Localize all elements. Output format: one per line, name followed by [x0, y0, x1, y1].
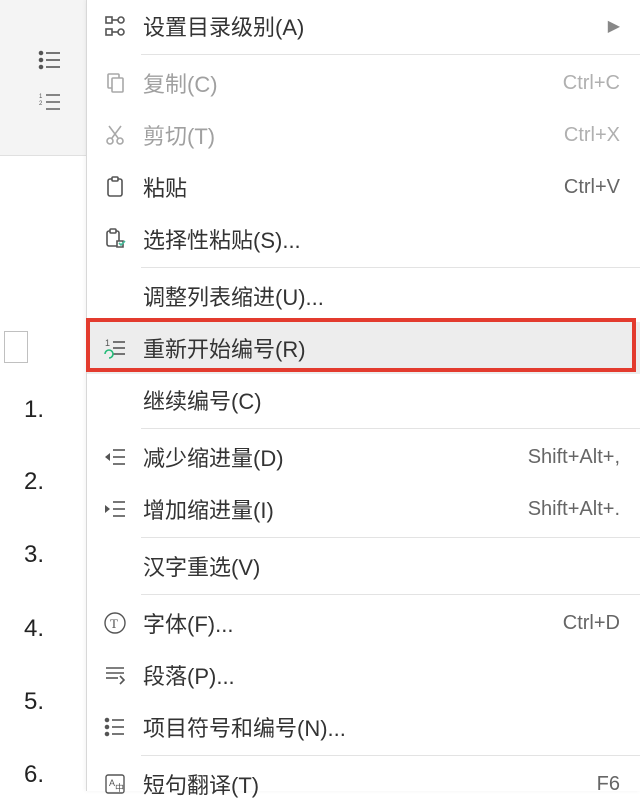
menu-increase-indent[interactable]: 增加缩进量(I) Shift+Alt+.: [87, 483, 640, 535]
svg-text:1: 1: [39, 94, 43, 100]
menu-decrease-indent[interactable]: 减少缩进量(D) Shift+Alt+,: [87, 431, 640, 483]
font-icon: T: [101, 609, 129, 637]
menu-shortcut: Shift+Alt+,: [528, 446, 620, 469]
menu-phrase-translate[interactable]: A中 短句翻译(T) F6: [87, 758, 640, 810]
paragraph-icon: [101, 661, 129, 689]
list-number: 6.: [24, 761, 44, 789]
menu-label: 汉字重选(V): [143, 550, 620, 582]
menu-chinese-reselect[interactable]: 汉字重选(V): [87, 540, 640, 592]
toc-level-icon: [101, 12, 129, 40]
menu-label: 调整列表缩进(U)...: [143, 280, 620, 312]
menu-paste[interactable]: 粘贴 Ctrl+V: [87, 161, 640, 213]
toolbar-list-icon[interactable]: [38, 50, 64, 75]
menu-font[interactable]: T 字体(F)... Ctrl+D: [87, 597, 640, 649]
menu-shortcut: Ctrl+X: [564, 124, 620, 147]
menu-label: 增加缩进量(I): [143, 493, 528, 525]
menu-label: 选择性粘贴(S)...: [143, 223, 620, 255]
bullets-numbering-icon: [101, 713, 129, 741]
menu-continue-numbering[interactable]: 继续编号(C): [87, 374, 640, 426]
menu-shortcut: Shift+Alt+.: [528, 498, 620, 521]
list-number: 1.: [24, 396, 44, 424]
list-number: 2.: [24, 468, 44, 496]
menu-shortcut: Ctrl+C: [563, 72, 620, 95]
menu-label: 粘贴: [143, 171, 564, 203]
insertion-marker: [4, 331, 28, 363]
svg-text:中: 中: [115, 782, 124, 793]
blank-icon: [101, 282, 129, 310]
toolbar-numbered-list-icon[interactable]: 12: [38, 92, 64, 117]
translate-icon: A中: [101, 770, 129, 798]
menu-restart-numbering[interactable]: 1 重新开始编号(R): [87, 322, 640, 374]
menu-label: 复制(C): [143, 67, 563, 99]
menu-bullets-numbering[interactable]: 项目符号和编号(N)...: [87, 701, 640, 753]
document-area: 1. 2. 3. 4. 5. 6.: [0, 156, 86, 791]
blank-icon: [101, 552, 129, 580]
menu-label: 项目符号和编号(N)...: [143, 711, 620, 743]
cut-icon: [101, 121, 129, 149]
list-number: 4.: [24, 615, 44, 643]
toolbar-fragment: 12: [0, 0, 86, 156]
menu-label: 短句翻译(T): [143, 768, 597, 800]
menu-paste-special[interactable]: 选择性粘贴(S)...: [87, 213, 640, 265]
list-number: 3.: [24, 541, 44, 569]
menu-label: 剪切(T): [143, 119, 564, 151]
menu-separator: [141, 428, 640, 429]
menu-label: 减少缩进量(D): [143, 441, 528, 473]
menu-separator: [141, 755, 640, 756]
copy-icon: [101, 69, 129, 97]
menu-label: 设置目录级别(A): [143, 10, 608, 42]
submenu-chevron-icon: ▶: [608, 16, 620, 36]
menu-cut[interactable]: 剪切(T) Ctrl+X: [87, 109, 640, 161]
restart-numbering-icon: 1: [101, 334, 129, 362]
menu-paragraph[interactable]: 段落(P)...: [87, 649, 640, 701]
menu-label: 重新开始编号(R): [143, 332, 620, 364]
blank-icon: [101, 386, 129, 414]
list-number: 5.: [24, 688, 44, 716]
menu-separator: [141, 267, 640, 268]
menu-shortcut: Ctrl+V: [564, 176, 620, 199]
paste-special-icon: [101, 225, 129, 253]
menu-label: 段落(P)...: [143, 659, 620, 691]
menu-separator: [141, 594, 640, 595]
menu-shortcut: F6: [597, 773, 620, 796]
paste-icon: [101, 173, 129, 201]
menu-shortcut: Ctrl+D: [563, 612, 620, 635]
increase-indent-icon: [101, 495, 129, 523]
svg-text:T: T: [110, 616, 118, 631]
menu-adjust-list-indent[interactable]: 调整列表缩进(U)...: [87, 270, 640, 322]
menu-label: 字体(F)...: [143, 607, 563, 639]
menu-separator: [141, 537, 640, 538]
svg-text:2: 2: [39, 101, 43, 107]
menu-separator: [141, 54, 640, 55]
context-menu: 设置目录级别(A) ▶ 复制(C) Ctrl+C 剪切(T) Ctrl+X 粘贴…: [86, 0, 640, 791]
menu-set-toc-level[interactable]: 设置目录级别(A) ▶: [87, 0, 640, 52]
menu-label: 继续编号(C): [143, 384, 620, 416]
svg-text:1: 1: [105, 338, 110, 348]
menu-copy[interactable]: 复制(C) Ctrl+C: [87, 57, 640, 109]
decrease-indent-icon: [101, 443, 129, 471]
